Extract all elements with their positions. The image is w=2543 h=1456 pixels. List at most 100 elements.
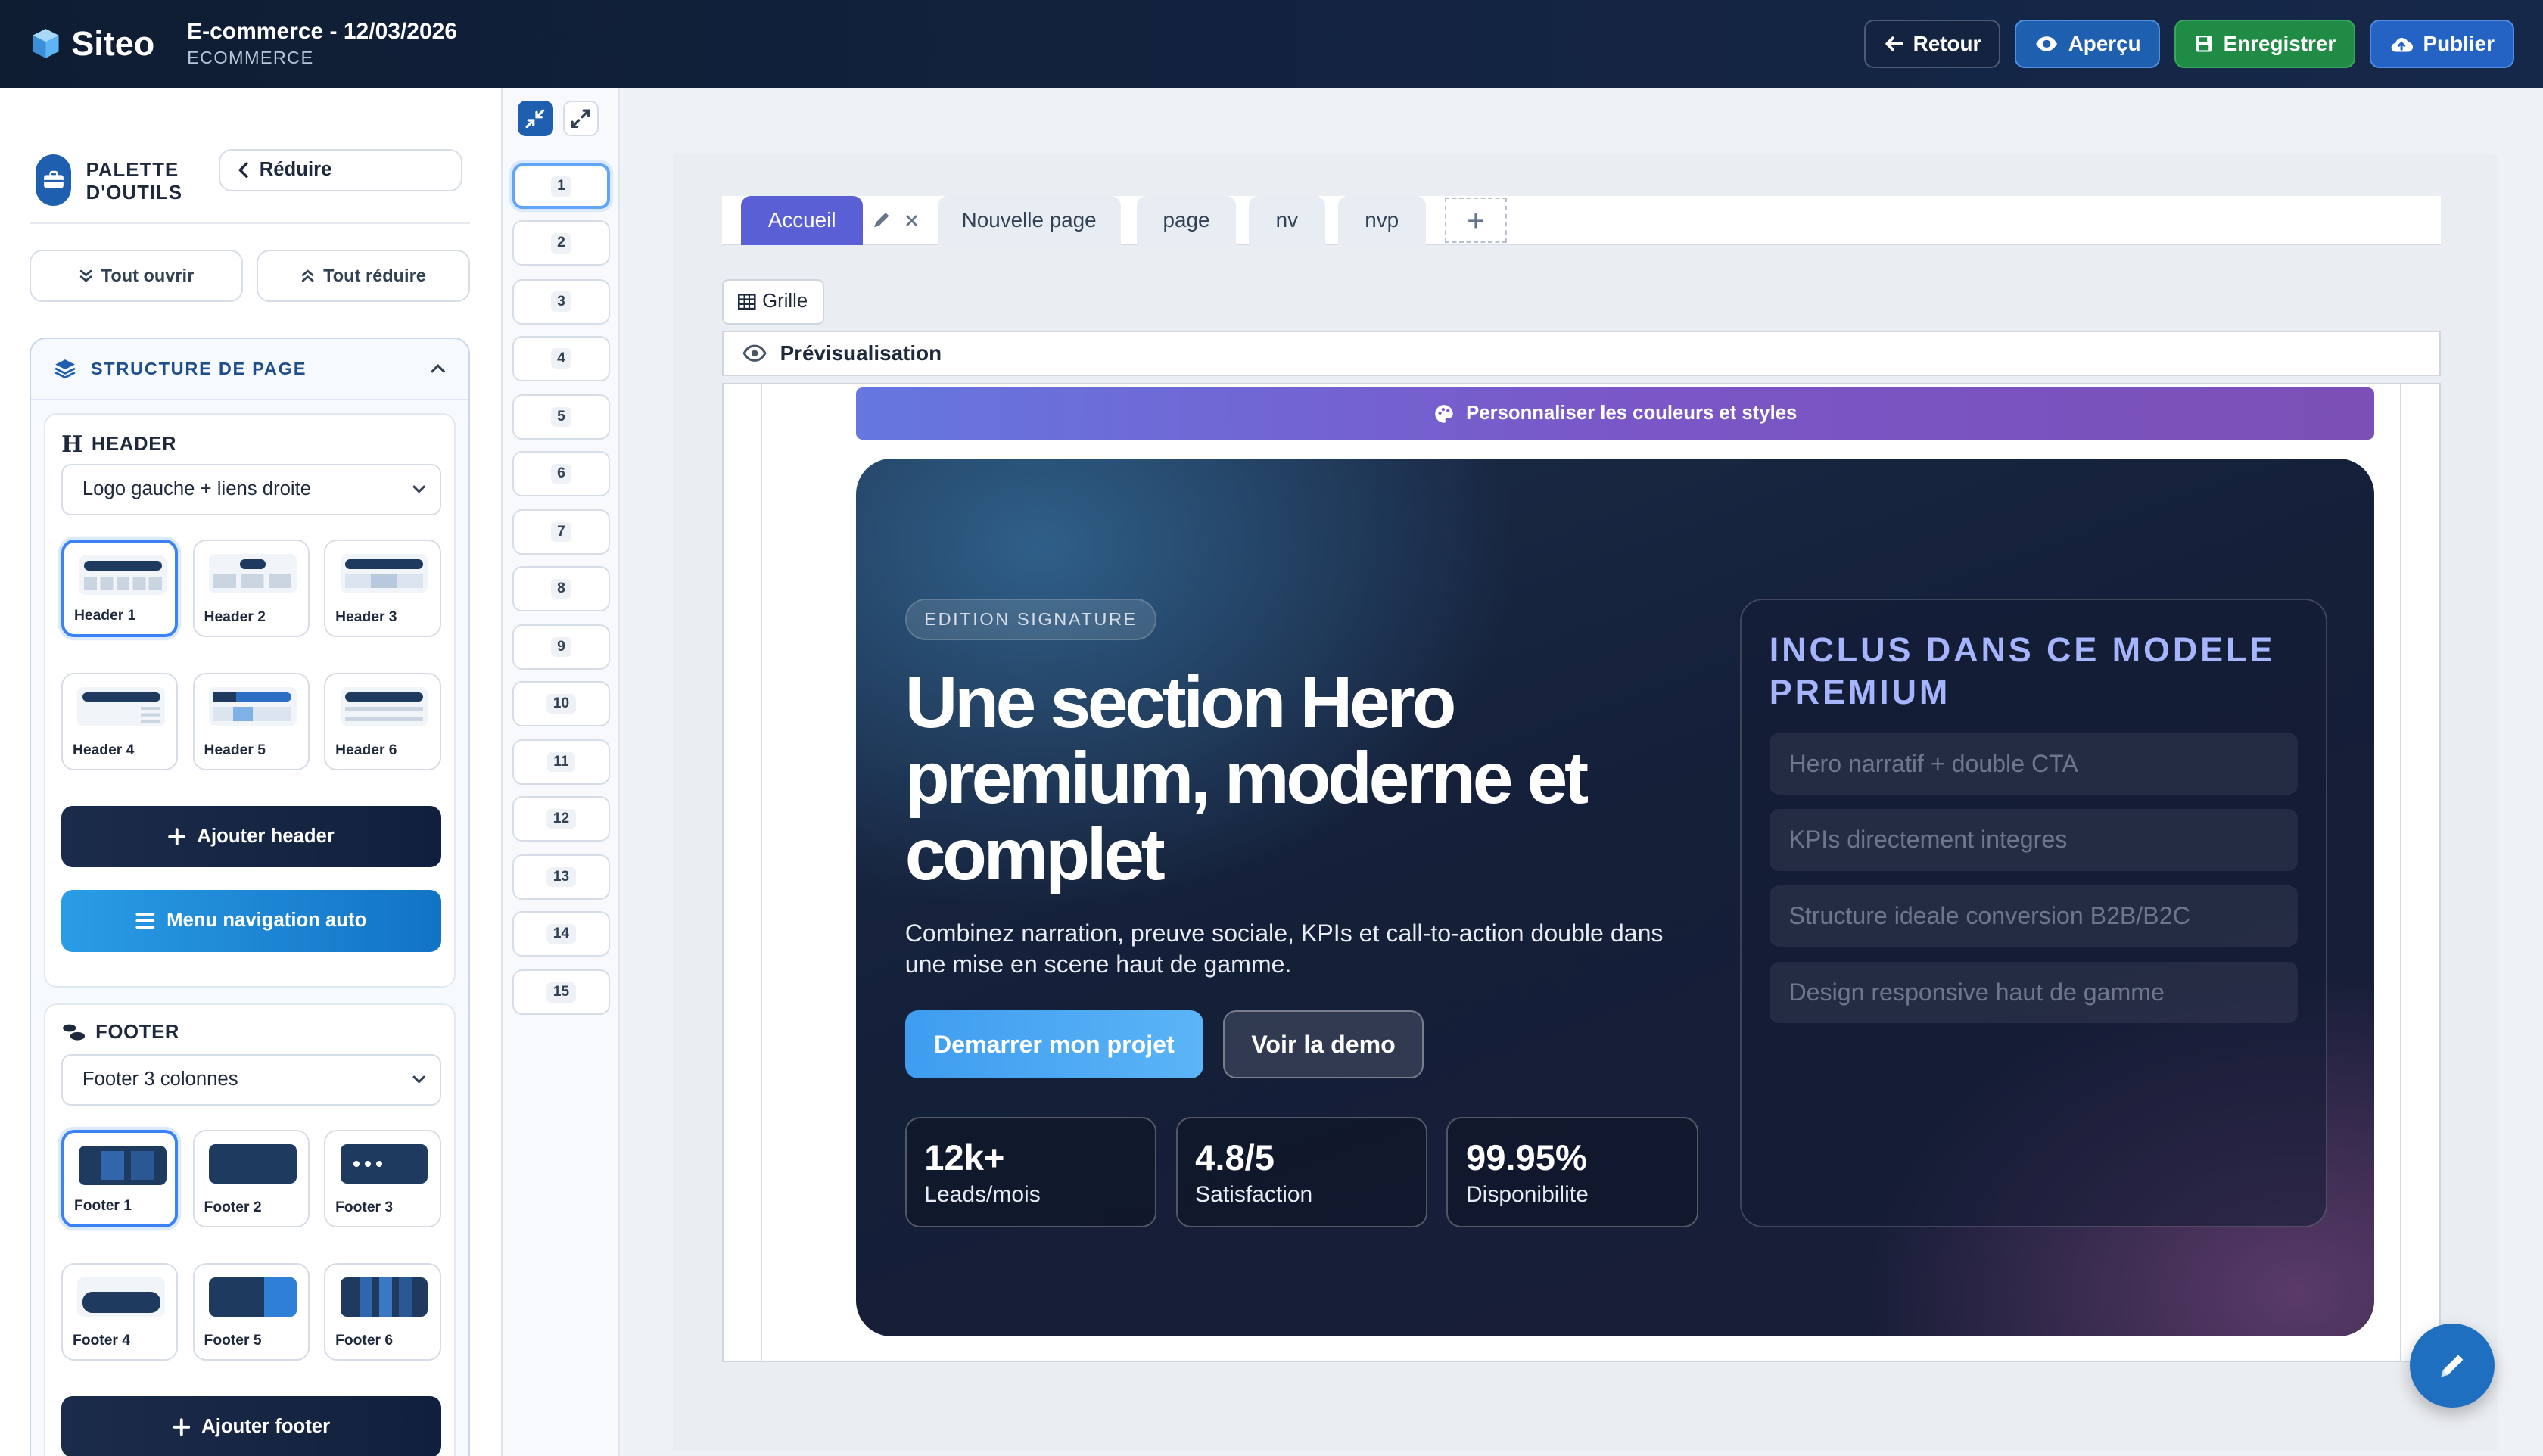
footer-style-value: Footer 3 colonnes xyxy=(82,1069,238,1090)
start-project-button[interactable]: Demarrer mon projet xyxy=(904,1010,1203,1079)
page-thumb-7[interactable]: 7 xyxy=(512,509,610,555)
footer-section-label: FOOTER xyxy=(61,1022,179,1044)
tab-nvp[interactable]: nvp xyxy=(1337,196,1426,245)
header-tile-4[interactable]: Header 4 xyxy=(61,672,179,770)
preview-button[interactable]: Aperçu xyxy=(2015,19,2161,68)
page-thumb-1[interactable]: 1 xyxy=(512,163,610,210)
footer-6-thumbnail xyxy=(340,1277,428,1317)
add-header-button[interactable]: Ajouter header xyxy=(61,805,441,868)
header-tile-2-label: Header 2 xyxy=(204,608,266,625)
palette-header: PALETTE D'OUTILS Réduire xyxy=(29,146,471,224)
publish-button[interactable]: Publier xyxy=(2370,19,2514,68)
save-button[interactable]: Enregistrer xyxy=(2174,19,2355,68)
pencil-icon[interactable] xyxy=(873,211,891,229)
hero-description: Combinez narration, preuve sociale, KPIs… xyxy=(904,919,1664,978)
collapse-icon[interactable] xyxy=(517,100,553,136)
layers-icon xyxy=(54,359,76,379)
tab-nouvelle-page[interactable]: Nouvelle page xyxy=(937,196,1121,245)
footer-tile-4[interactable]: Footer 4 xyxy=(61,1263,179,1361)
header-tile-2[interactable]: Header 2 xyxy=(192,540,310,637)
add-footer-button[interactable]: Ajouter footer xyxy=(61,1395,441,1456)
page-thumb-6[interactable]: 6 xyxy=(512,450,610,496)
chevrons-up-icon xyxy=(301,269,314,282)
page-thumb-12[interactable]: 12 xyxy=(512,796,610,842)
page-thumb-4[interactable]: 4 xyxy=(512,335,610,381)
collapse-all-button[interactable]: Tout réduire xyxy=(256,249,471,302)
add-tab-button[interactable] xyxy=(1445,198,1507,244)
header-5-thumbnail xyxy=(208,687,297,726)
page-thumb-15[interactable]: 15 xyxy=(512,969,610,1016)
arrow-left-icon xyxy=(1885,36,1903,51)
header-style-value: Logo gauche + liens droite xyxy=(82,478,312,500)
footer-tile-1[interactable]: Footer 1 xyxy=(61,1130,179,1227)
header-section-title: HEADER xyxy=(91,433,177,455)
tab-accueil[interactable]: Accueil xyxy=(741,196,863,245)
preview-title: Prévisualisation xyxy=(780,341,942,366)
palette-title-line2: D'OUTILS xyxy=(86,182,183,204)
page-thumb-8[interactable]: 8 xyxy=(512,565,610,611)
header-tile-3[interactable]: Header 3 xyxy=(324,540,441,637)
page-thumb-3[interactable]: 3 xyxy=(512,278,610,325)
footer-tile-5[interactable]: Footer 5 xyxy=(192,1263,310,1361)
header-tile-6[interactable]: Header 6 xyxy=(324,672,441,770)
customize-styles-label: Personnaliser les couleurs et styles xyxy=(1466,402,1798,424)
customize-styles-button[interactable]: Personnaliser les couleurs et styles xyxy=(856,387,2375,440)
page-thumb-14[interactable]: 14 xyxy=(512,911,610,957)
page-tabs: Accueil Nouvelle page page nv nvp xyxy=(721,196,2442,245)
hero-section[interactable]: EDITION SIGNATURE Une section Hero premi… xyxy=(856,459,2375,1336)
back-button[interactable]: Retour xyxy=(1864,19,2000,68)
header-style-select[interactable]: Logo gauche + liens droite xyxy=(61,463,441,516)
edit-fab-button[interactable] xyxy=(2410,1323,2495,1408)
footer-style-select[interactable]: Footer 3 colonnes xyxy=(61,1053,441,1106)
chevron-left-icon xyxy=(238,162,248,179)
tab-page[interactable]: page xyxy=(1137,196,1236,245)
kpi-label: Leads/mois xyxy=(924,1182,1041,1207)
footer-3-thumbnail xyxy=(340,1144,428,1184)
page-thumb-11[interactable]: 11 xyxy=(512,739,610,786)
collapse-palette-button[interactable]: Réduire xyxy=(219,149,462,191)
toolbox-icon xyxy=(36,154,72,207)
tab-nv[interactable]: nv xyxy=(1249,196,1325,245)
view-demo-button[interactable]: Voir la demo xyxy=(1222,1010,1424,1079)
plus-icon xyxy=(172,1417,190,1436)
page-thumb-2[interactable]: 2 xyxy=(512,220,610,266)
header-tile-1-label: Header 1 xyxy=(73,607,136,624)
tab-label: page xyxy=(1163,208,1210,232)
frame-guide-left xyxy=(760,384,762,1361)
footer-tile-3[interactable]: Footer 3 xyxy=(324,1130,441,1227)
footer-4-thumbnail xyxy=(77,1277,166,1317)
hero-eyebrow-badge: EDITION SIGNATURE xyxy=(904,598,1157,641)
close-icon[interactable] xyxy=(905,214,918,227)
footer-tile-3-label: Footer 3 xyxy=(335,1199,394,1215)
cloud-upload-icon xyxy=(2391,37,2413,52)
eye-icon xyxy=(2035,36,2057,51)
expand-all-button[interactable]: Tout ouvrir xyxy=(29,249,244,302)
included-feature-item: Design responsive haut de gamme xyxy=(1769,961,2299,1023)
footer-tile-2[interactable]: Footer 2 xyxy=(192,1130,310,1227)
document-type: ECOMMERCE xyxy=(187,48,314,68)
page-number: 7 xyxy=(550,521,572,542)
page-thumb-5[interactable]: 5 xyxy=(512,394,610,440)
grid-toggle-button[interactable]: Grille xyxy=(721,278,824,325)
page-number: 15 xyxy=(546,982,576,1003)
page-thumb-10[interactable]: 10 xyxy=(512,681,610,726)
page-structure-header[interactable]: STRUCTURE DE PAGE xyxy=(30,339,469,401)
tool-palette-sidebar: PALETTE D'OUTILS Réduire Tout ouvrir Tou… xyxy=(0,87,503,1456)
expand-icon[interactable] xyxy=(562,100,599,136)
chevron-up-icon[interactable] xyxy=(430,364,446,374)
pages-rail: 1 2 3 4 5 6 7 8 9 10 11 12 13 14 15 xyxy=(503,87,620,1456)
auto-navigation-menu-button[interactable]: Menu navigation auto xyxy=(61,890,441,952)
footer-tile-6-label: Footer 6 xyxy=(335,1332,394,1349)
header-tile-4-label: Header 4 xyxy=(72,742,135,758)
footer-2-thumbnail xyxy=(208,1144,297,1184)
tab-label: nv xyxy=(1275,208,1299,232)
brand[interactable]: Siteo xyxy=(30,24,154,64)
page-thumb-13[interactable]: 13 xyxy=(512,854,610,901)
footer-tile-6[interactable]: Footer 6 xyxy=(324,1263,441,1361)
top-bar: Siteo E-commerce - 12/03/2026 ECOMMERCE … xyxy=(0,0,2543,88)
back-label: Retour xyxy=(1913,31,1981,55)
page-thumb-9[interactable]: 9 xyxy=(512,624,610,670)
header-2-thumbnail xyxy=(208,554,297,593)
header-tile-1[interactable]: Header 1 xyxy=(61,540,179,637)
header-tile-5[interactable]: Header 5 xyxy=(192,672,310,770)
